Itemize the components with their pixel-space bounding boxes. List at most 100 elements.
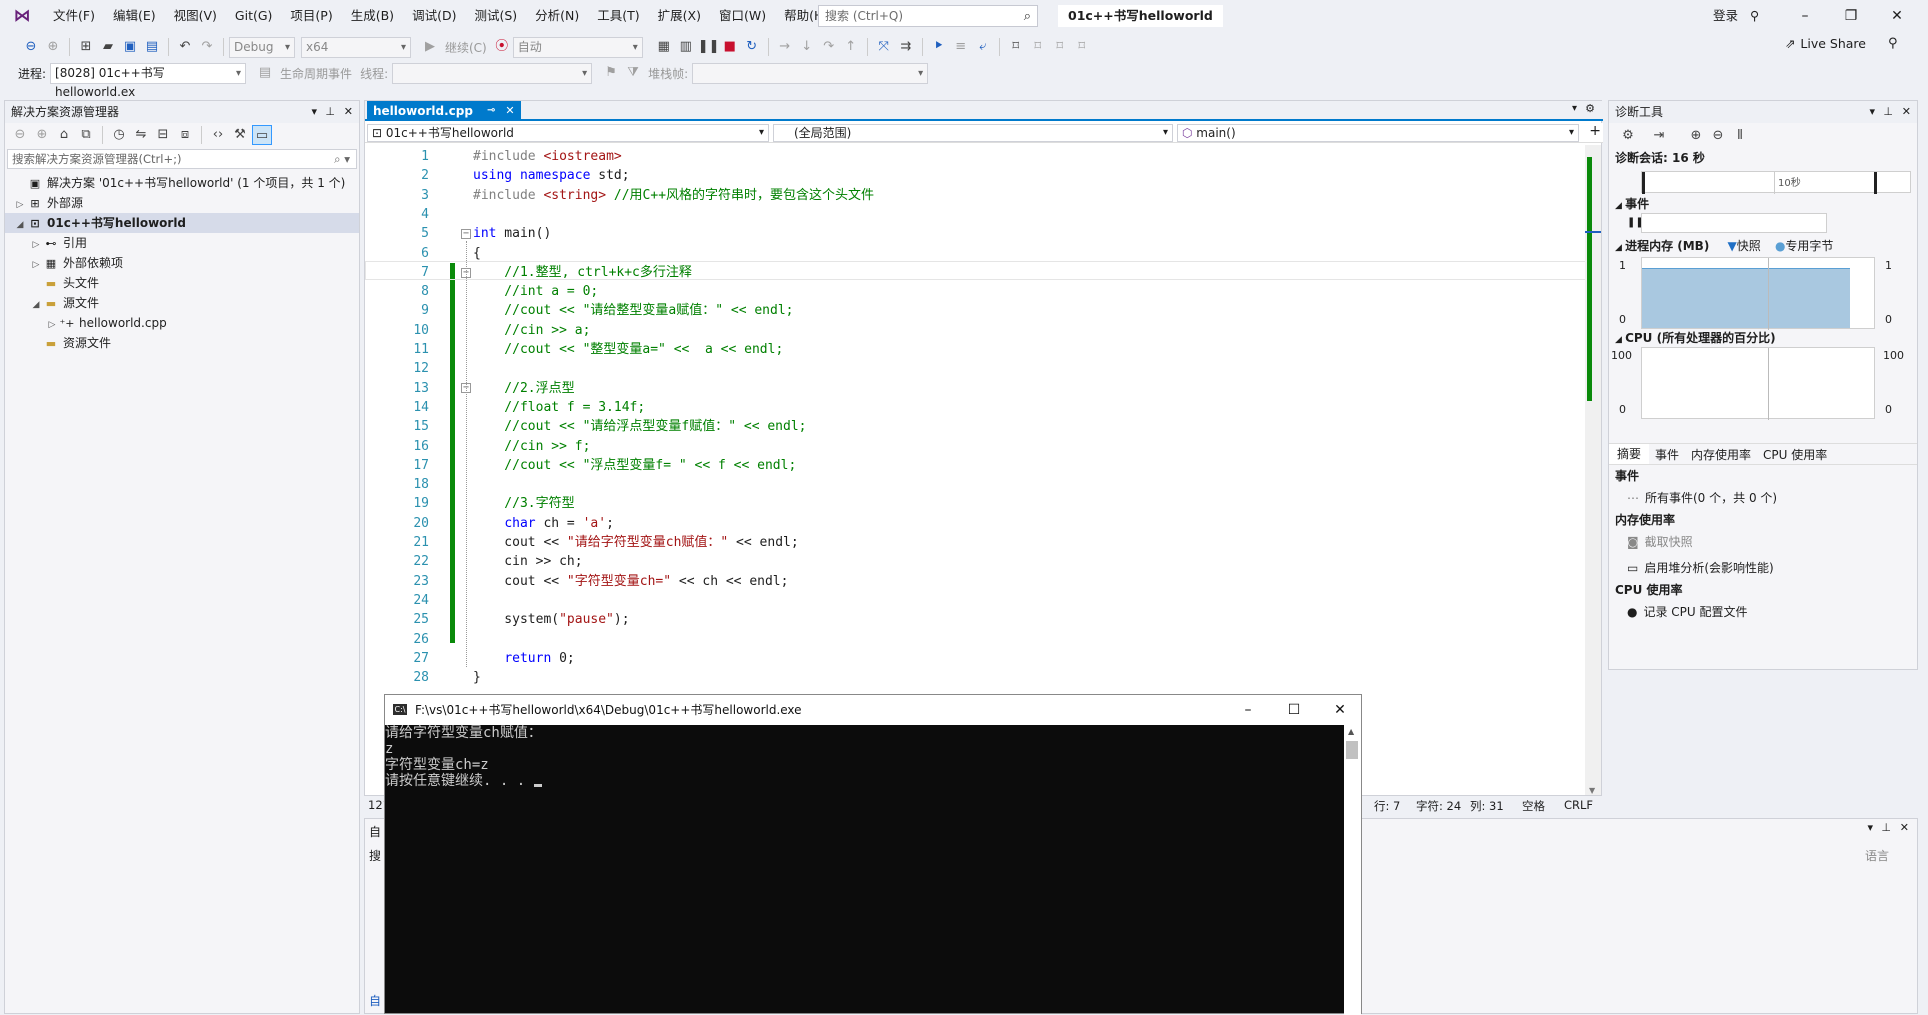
visual-studio-logo-icon[interactable]: ⋈	[10, 7, 34, 25]
platform-select[interactable]: x64	[301, 36, 411, 58]
feedback-icon[interactable]: ⚲	[1888, 36, 1898, 51]
pin-icon[interactable]: ⊥	[1883, 101, 1893, 123]
menu-debug[interactable]: 调试(D)	[403, 0, 465, 32]
menu-project[interactable]: 项目(P)	[281, 0, 341, 32]
lifecycle-events-button[interactable]: 生命周期事件	[280, 65, 352, 82]
all-events-link[interactable]: ⋯ 所有事件(0 个，共 0 个)	[1609, 485, 1917, 511]
home-icon[interactable]: ⌂	[54, 125, 74, 145]
tab-cpu-usage[interactable]: CPU 使用率	[1757, 446, 1833, 463]
code-line[interactable]: 27 return 0;	[365, 649, 1587, 668]
new-item-icon[interactable]: ⊞	[76, 37, 96, 57]
menu-view[interactable]: 视图(V)	[165, 0, 226, 32]
panel-close-icon[interactable]: ✕	[344, 101, 353, 123]
tab-pin-icon[interactable]: ⊸	[487, 101, 495, 121]
window-position-icon[interactable]: ▾	[1869, 101, 1875, 123]
collapse-icon[interactable]: ◢	[29, 295, 43, 315]
save-icon[interactable]: ▣	[120, 37, 140, 57]
function-select[interactable]: ⬡ main()	[1177, 124, 1579, 142]
show-next-statement-icon[interactable]: →	[775, 37, 795, 57]
view-code-icon[interactable]: ‹›	[208, 125, 228, 145]
menu-git[interactable]: Git(G)	[226, 0, 282, 32]
tree-source-files[interactable]: ◢ ▬ 源文件	[5, 293, 359, 313]
code-line[interactable]: 21 cout << "请给字符型变量ch赋值：" << endl;	[365, 533, 1587, 552]
expand-icon[interactable]: ▷	[45, 315, 59, 335]
restart-icon[interactable]: ↻	[742, 37, 762, 57]
console-close-button[interactable]: ✕	[1317, 695, 1363, 725]
code-line[interactable]: 22 cin >> ch;	[365, 552, 1587, 571]
sync-icon[interactable]: ⇋	[131, 125, 151, 145]
code-line[interactable]: 14 //float f = 3.14f;	[365, 398, 1587, 417]
stackframe-select[interactable]	[692, 62, 929, 84]
tree-references[interactable]: ▷ ⊷ 引用	[5, 233, 359, 253]
code-line[interactable]: 1 #include <iostream>	[365, 147, 1587, 166]
pin-icon[interactable]: ⊥	[1881, 821, 1891, 834]
tree-resource-files[interactable]: ▬ 资源文件	[5, 333, 359, 353]
tab-list-icon[interactable]: ▾	[1572, 103, 1577, 114]
clear-bookmarks-icon[interactable]: ⌑	[1072, 37, 1092, 57]
select-tools-icon[interactable]: ⇥	[1649, 126, 1669, 146]
code-line[interactable]: 2 using namespace std;	[365, 166, 1587, 185]
step-out-icon[interactable]: ↑	[841, 37, 861, 57]
editor-vertical-scrollbar[interactable]: ▼	[1585, 145, 1601, 795]
code-line[interactable]: 10 //cin >> a;	[365, 321, 1587, 340]
minimize-button[interactable]: –	[1782, 0, 1828, 32]
autos-search-input[interactable]: 搜	[369, 847, 381, 864]
line-ending[interactable]: CRLF	[1564, 798, 1593, 812]
pending-changes-icon[interactable]: ◷	[109, 125, 129, 145]
console-scrollbar[interactable]: ▲	[1344, 725, 1361, 1015]
code-line[interactable]: 8 //int a = 0;	[365, 282, 1587, 301]
code-line[interactable]: 13 //2.浮点型	[365, 379, 1587, 398]
undo-icon[interactable]: ↶	[175, 37, 195, 57]
tree-external-deps[interactable]: ▷ ▦ 外部依赖项	[5, 253, 359, 273]
project-select[interactable]: ⊡ 01c++书写helloworld	[367, 124, 769, 142]
split-add-icon[interactable]: +	[1589, 123, 1601, 139]
menu-window[interactable]: 窗口(W)	[710, 0, 775, 32]
memory-section-header[interactable]: ◢ 进程内存 (MB) ▼快照 ●专用字节	[1609, 237, 1909, 255]
code-line[interactable]: 26	[365, 630, 1587, 649]
hot-reload-icon[interactable]: ⦿	[492, 37, 512, 57]
zoom-out-icon[interactable]: ⊖	[1708, 126, 1728, 146]
collapse-icon[interactable]: ◢	[13, 215, 27, 235]
tab-summary[interactable]: 摘要	[1609, 444, 1650, 464]
menu-file[interactable]: 文件(F)	[44, 0, 104, 32]
code-line[interactable]: 6{	[365, 244, 1587, 263]
indent-mode[interactable]: 空格	[1522, 798, 1545, 814]
global-search-input[interactable]: 搜索 (Ctrl+Q) ⌕	[818, 5, 1038, 27]
forward-icon[interactable]: ⊕	[43, 37, 63, 57]
pin-icon[interactable]: ⊥	[325, 101, 335, 123]
browse-icon[interactable]: ▦	[654, 37, 674, 57]
autos-tab[interactable]: 自	[369, 992, 381, 1009]
tab-close-icon[interactable]: ✕	[505, 101, 514, 121]
menu-build[interactable]: 生成(B)	[342, 0, 403, 32]
save-all-icon[interactable]: ▤	[142, 37, 162, 57]
code-line[interactable]: 19 //3.字符型	[365, 494, 1587, 513]
code-line[interactable]: 23 cout << "字符型变量ch=" << ch << endl;	[365, 572, 1587, 591]
preview-icon[interactable]: ▭	[252, 125, 272, 145]
code-line[interactable]: 20 char ch = 'a';	[365, 514, 1587, 533]
code-line[interactable]: 28}	[365, 668, 1587, 687]
step-over-icon[interactable]: ↷	[819, 37, 839, 57]
menu-edit[interactable]: 编辑(E)	[104, 0, 165, 32]
console-output[interactable]: 请给字符型变量ch赋值： z 字符型变量ch=z 请按任意键继续. . .	[385, 725, 1345, 1015]
show-all-files-icon[interactable]: ⧈	[175, 125, 195, 145]
next-bookmark-icon[interactable]: ⌑	[1050, 37, 1070, 57]
expand-icon[interactable]: ▷	[29, 255, 43, 275]
take-snapshot-button[interactable]: ◙ 截取快照	[1609, 529, 1917, 555]
live-share-button[interactable]: ⇗ Live Share	[1785, 36, 1866, 51]
events-section-header[interactable]: ◢ 事件	[1609, 195, 1649, 213]
window-position-icon[interactable]: ▾	[1867, 821, 1873, 834]
configuration-select[interactable]: Debug	[229, 36, 295, 58]
code-line[interactable]: 18	[365, 475, 1587, 494]
step-into-icon[interactable]: ↓	[797, 37, 817, 57]
tree-helloworld-cpp[interactable]: ▷ ⁺+ helloworld.cpp	[5, 313, 359, 333]
console-minimize-button[interactable]: –	[1225, 695, 1271, 725]
continue-button[interactable]: 继续(C)	[445, 39, 487, 56]
code-line[interactable]: 4	[365, 205, 1587, 224]
menu-test[interactable]: 测试(S)	[465, 0, 526, 32]
cpu-section-header[interactable]: ◢ CPU (所有处理器的百分比)	[1609, 329, 1776, 347]
continue-icon[interactable]: ▶	[420, 37, 440, 57]
scrollbar-thumb[interactable]	[1346, 741, 1358, 759]
menu-tools[interactable]: 工具(T)	[588, 0, 648, 32]
format-icon[interactable]: ≡	[951, 37, 971, 57]
properties-icon[interactable]: ⚒	[230, 125, 250, 145]
